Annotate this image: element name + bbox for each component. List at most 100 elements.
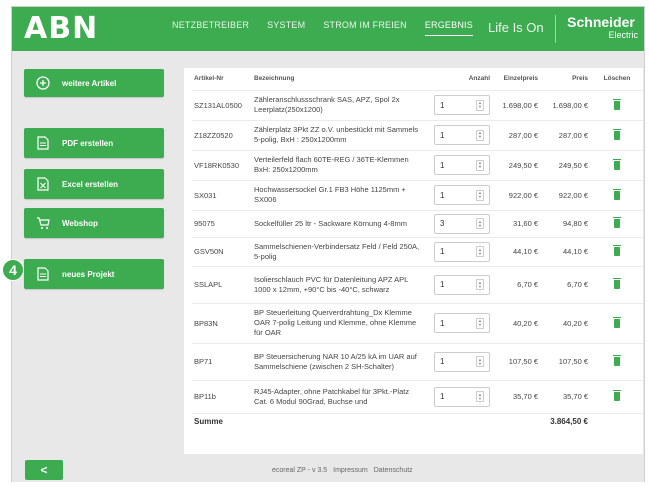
quantity-stepper[interactable]: 1 ▲ ▼ (434, 241, 490, 262)
trash-icon[interactable] (613, 278, 621, 289)
abn-logo: ABN (24, 11, 99, 46)
quantity-value: 3 (440, 219, 445, 228)
nav-system[interactable]: SYSTEM (267, 20, 305, 36)
top-bar: ABN NETZBETREIBER SYSTEM STROM IM FREIEN… (12, 7, 644, 51)
brand-name-bottom: Electric (608, 30, 638, 40)
sum-value: 3.864,50 € (492, 412, 590, 429)
imprint-link[interactable]: Impressum (333, 467, 368, 474)
brand-name-top: Schneider (567, 14, 635, 30)
row-quantity-cell: 3 ▲ ▼ (424, 209, 492, 237)
app-window: ABN NETZBETREIBER SYSTEM STROM IM FREIEN… (2, 6, 645, 482)
header-delete: Löschen (603, 75, 631, 83)
trash-icon[interactable] (613, 98, 621, 110)
table-header-row: Artikel-Nr Bezeichnung Anzahl Einzelprei… (192, 68, 643, 90)
row-article-no: SSLAPL (192, 265, 252, 303)
row-quantity-cell: 1 ▲ ▼ (424, 342, 492, 380)
row-description: Zählerplatz 3Pkt ZZ o.V. unbestückt mit … (252, 119, 424, 150)
row-price: 1.698,00 € (540, 89, 590, 120)
webshop-button[interactable]: Webshop (24, 208, 164, 238)
trash-icon[interactable] (613, 390, 621, 401)
quantity-stepper[interactable]: 1 ▲ ▼ (434, 351, 490, 372)
row-delete-cell (590, 379, 643, 413)
spinner-arrows-icon[interactable]: ▲ ▼ (476, 189, 484, 201)
nav-strom-im-freien[interactable]: STROM IM FREIEN (323, 20, 407, 36)
row-delete-cell (590, 149, 643, 180)
spinner-arrows-icon[interactable]: ▲ ▼ (476, 317, 484, 329)
table-row: BP83N BP Steuerleitung Querverdrahtung_Dx… (192, 302, 643, 343)
pdf-create-label: PDF erstellen (62, 138, 114, 148)
table-row: VF18RK0530 Verteilerfeld flach 60TE-REG /… (192, 149, 643, 180)
row-unit-price: 249,50 € (492, 149, 540, 180)
row-article-no: BP83N (192, 302, 252, 343)
quantity-value: 1 (440, 190, 445, 200)
spinner-arrows-icon[interactable]: ▲ ▼ (476, 129, 484, 141)
article-table: Artikel-Nr Bezeichnung Anzahl Einzelprei… (192, 68, 643, 429)
trash-icon[interactable] (613, 217, 621, 228)
excel-document-icon (36, 177, 50, 191)
add-article-button[interactable]: weitere Artikel (24, 69, 164, 97)
row-quantity-cell: 1 ▲ ▼ (424, 179, 492, 210)
excel-create-label: Excel erstellen (62, 179, 119, 189)
trash-icon[interactable] (613, 245, 621, 256)
row-price: 40,20 € (540, 302, 590, 343)
nav-netzbetreiber[interactable]: NETZBETREIBER (172, 20, 249, 36)
trash-icon[interactable] (613, 316, 621, 328)
step-badge: 4 (2, 259, 24, 281)
row-unit-price: 287,00 € (492, 119, 540, 150)
row-unit-price: 1.698,00 € (492, 89, 540, 120)
row-quantity-cell: 1 ▲ ▼ (424, 265, 492, 303)
row-description: Sockelfüller 25 ltr - Sackware Körnung 4… (252, 209, 424, 237)
spinner-arrows-icon[interactable]: ▲ ▼ (476, 246, 484, 257)
row-price: 94,80 € (540, 209, 590, 237)
row-article-no: SZ131AL0500 (192, 89, 252, 120)
quantity-stepper[interactable]: 1 ▲ ▼ (434, 125, 490, 145)
row-quantity-cell: 1 ▲ ▼ (424, 302, 492, 343)
row-unit-price: 35,70 € (492, 379, 540, 413)
excel-create-button[interactable]: Excel erstellen (24, 169, 164, 199)
row-quantity-cell: 1 ▲ ▼ (424, 149, 492, 180)
row-delete-cell (590, 342, 643, 380)
row-description: Isolierschlauch PVC für Datenleitung APZ… (252, 265, 424, 303)
table-row: SSLAPL Isolierschlauch PVC für Datenleitu… (192, 265, 643, 303)
spinner-arrows-icon[interactable]: ▲ ▼ (476, 356, 484, 367)
row-price: 35,70 € (540, 379, 590, 413)
footer-links: ecoreal ZP - v 3.5 Impressum Datenschutz (272, 467, 413, 474)
nav-ergebnis[interactable]: ERGEBNIS (424, 20, 473, 36)
quantity-stepper[interactable]: 1 ▲ ▼ (434, 155, 490, 175)
spinner-arrows-icon[interactable]: ▲ ▼ (476, 99, 484, 111)
webshop-label: Webshop (62, 218, 98, 228)
header-article-no: Artikel-Nr (194, 75, 224, 83)
life-is-on-tagline: Life Is On (488, 20, 544, 35)
privacy-link[interactable]: Datenschutz (374, 467, 413, 474)
quantity-stepper[interactable]: 3 ▲ ▼ (434, 213, 490, 234)
pdf-create-button[interactable]: PDF erstellen (24, 128, 164, 158)
quantity-stepper[interactable]: 1 ▲ ▼ (434, 95, 490, 115)
spinner-arrows-icon[interactable]: ▲ ▼ (476, 159, 484, 171)
row-description: Hochwassersockel Gr.1 FB3 Höhe 1125mm + … (252, 179, 424, 210)
table-row: 95075 Sockelfüller 25 ltr - Sackware Körn… (192, 209, 643, 237)
quantity-stepper[interactable]: 1 ▲ ▼ (434, 185, 490, 205)
spinner-arrows-icon[interactable]: ▲ ▼ (476, 279, 484, 290)
row-description: Verteilerfeld flach 60TE-REG / 36TE-Klem… (252, 149, 424, 180)
row-description: BP Steuerleitung Querverdrahtung_Dx Klem… (252, 302, 424, 343)
quantity-stepper[interactable]: 1 ▲ ▼ (434, 386, 490, 407)
trash-icon[interactable] (613, 188, 621, 200)
row-article-no: GSV50N (192, 236, 252, 266)
header-unit-price: Einzelpreis (503, 75, 538, 83)
header-price: Preis (572, 75, 588, 83)
trash-icon[interactable] (613, 128, 621, 140)
quantity-stepper[interactable]: 1 ▲ ▼ (434, 274, 490, 295)
quantity-value: 1 (440, 280, 445, 289)
table-row: SX031 Hochwassersockel Gr.1 FB3 Höhe 1125… (192, 179, 643, 210)
new-project-button[interactable]: neues Projekt (24, 259, 164, 289)
spinner-arrows-icon[interactable]: ▲ ▼ (476, 391, 484, 402)
back-button[interactable]: < (25, 460, 63, 480)
quantity-stepper[interactable]: 1 ▲ ▼ (434, 313, 490, 333)
row-unit-price: 107,50 € (492, 342, 540, 380)
trash-icon[interactable] (613, 158, 621, 170)
row-price: 44,10 € (540, 236, 590, 266)
row-description: BP Steuersicherung NAR 10 A/25 kA im UAR… (252, 342, 424, 380)
main-nav: NETZBETREIBER SYSTEM STROM IM FREIEN ERG… (172, 20, 473, 36)
trash-icon[interactable] (613, 355, 621, 366)
spinner-arrows-icon[interactable]: ▲ ▼ (476, 218, 484, 229)
